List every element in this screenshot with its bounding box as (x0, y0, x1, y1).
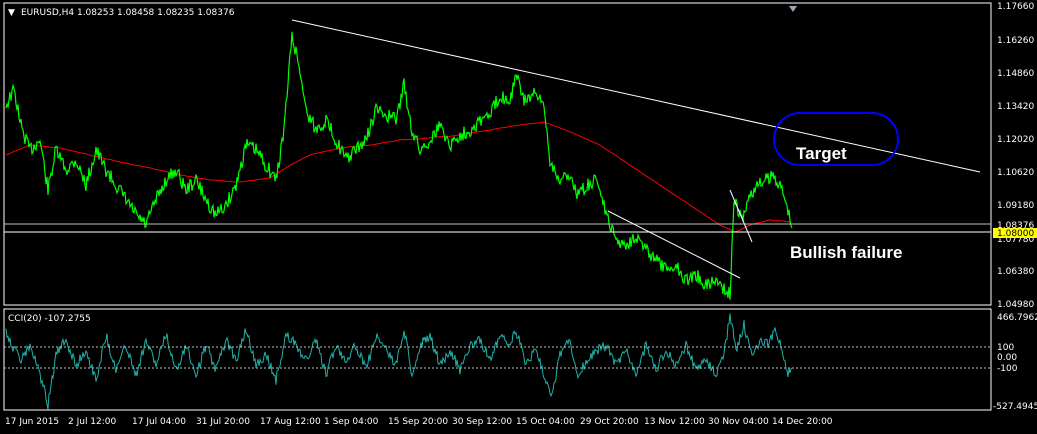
time-tick: 17 Jun 2015 (5, 417, 59, 427)
chart-window[interactable]: ▼ EURUSD,H4 1.08253 1.08458 1.08235 1.08… (0, 0, 1037, 434)
time-tick: 2 Jul 12:00 (68, 417, 117, 427)
price-axis[interactable]: 1.17660 1.16260 1.14860 1.13420 1.12020 … (993, 2, 1037, 310)
cci-tick: -527.4945 (993, 402, 1037, 412)
cci-label: CCI(20) -107.2755 (8, 314, 91, 324)
dropdown-icon[interactable]: ▼ (8, 8, 15, 18)
line-price-label: 1.08000 (997, 229, 1034, 239)
cci-tick: -100 (997, 364, 1018, 374)
time-tick: 15 Oct 04:00 (516, 417, 575, 427)
resistance-trendline[interactable] (291, 19, 981, 173)
price-tick: 1.12020 (997, 135, 1034, 145)
price-tick: 1.10620 (997, 168, 1034, 178)
bullish-failure-annotation: Bullish failure (790, 243, 902, 262)
price-tick: 1.14860 (997, 69, 1034, 79)
cci-axis: 466.7962 100 0.00 -100 -527.4945 (993, 313, 1037, 412)
cci-tick: 0.00 (997, 353, 1017, 363)
price-tick: 1.06380 (997, 267, 1034, 277)
cci-tick: 100 (997, 343, 1014, 353)
target-annotation: Target (796, 144, 847, 163)
time-tick: 13 Nov 12:00 (644, 417, 705, 427)
time-tick: 14 Dec 20:00 (772, 417, 833, 427)
price-path (5, 31, 793, 300)
time-tick: 15 Sep 20:00 (388, 417, 448, 427)
symbol-header: EURUSD,H4 1.08253 1.08458 1.08235 1.0837… (21, 8, 235, 18)
shift-marker-icon[interactable] (789, 6, 797, 12)
price-tick: 1.13420 (997, 102, 1034, 112)
chart-canvas[interactable]: ▼ EURUSD,H4 1.08253 1.08458 1.08235 1.08… (0, 0, 1037, 434)
moving-average-path (5, 121, 791, 233)
indicator-panel-frame (3, 308, 992, 411)
cci-path (5, 313, 793, 410)
time-tick: 30 Sep 12:00 (452, 417, 512, 427)
time-tick: 17 Jul 04:00 (132, 417, 186, 427)
cci-tick: 466.7962 (997, 313, 1037, 323)
time-tick: 29 Oct 20:00 (580, 417, 639, 427)
price-tick: 1.16260 (997, 36, 1034, 46)
time-axis[interactable]: 17 Jun 2015 2 Jul 12:00 17 Jul 04:00 31 … (5, 417, 833, 427)
time-tick: 31 Jul 20:00 (196, 417, 250, 427)
price-line (5, 31, 793, 300)
moving-average-line (5, 121, 791, 233)
time-tick: 30 Nov 04:00 (708, 417, 769, 427)
time-tick: 17 Aug 12:00 (260, 417, 321, 427)
time-tick: 1 Sep 04:00 (324, 417, 379, 427)
price-tick: 1.04980 (997, 300, 1034, 310)
price-tick: 1.17660 (997, 2, 1034, 12)
price-tick: 1.09180 (997, 201, 1034, 211)
cci-line (5, 313, 793, 410)
